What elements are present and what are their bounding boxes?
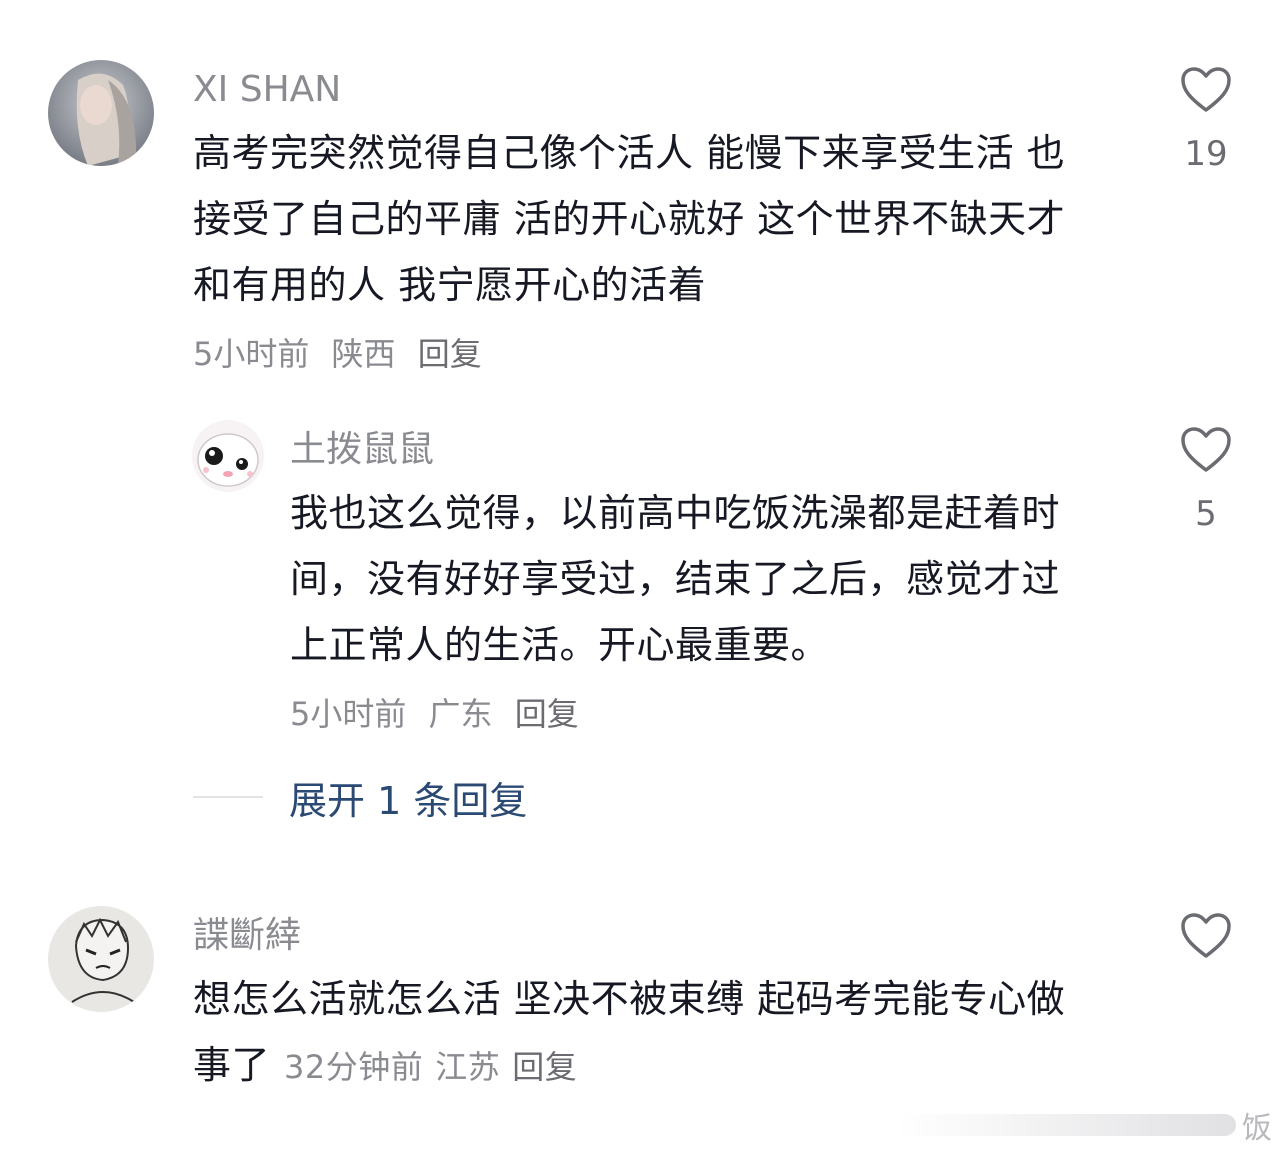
comment-meta: 5小时前 陕西 回复 xyxy=(193,334,494,374)
heart-outline-icon[interactable] xyxy=(1180,426,1232,474)
reply-location: 广东 xyxy=(428,695,493,733)
reply-time: 5小时前 xyxy=(290,695,407,733)
comment-username[interactable]: XI SHAN xyxy=(193,68,341,112)
reply-username[interactable]: 土拨鼠鼠 xyxy=(290,428,434,472)
heart-outline-icon[interactable] xyxy=(1180,66,1232,114)
reply-text: 我也这么觉得，以前高中吃饭洗澡都是赶着时间，没有好好享受过，结束了之后，感觉才过… xyxy=(290,491,1061,667)
comment-time: 32分钟前 xyxy=(284,1048,424,1086)
reply-button[interactable]: 回复 xyxy=(515,695,579,733)
reply-button[interactable]: 回复 xyxy=(512,1048,577,1086)
avatar[interactable] xyxy=(192,420,264,492)
reply-meta: 5小时前 广东 回复 xyxy=(290,694,591,734)
watermark: 饭 xyxy=(896,1103,1272,1147)
expand-replies-label[interactable]: 展开 1 条回复 xyxy=(289,770,527,825)
expand-replies[interactable]: 展开 1 条回复 xyxy=(193,770,527,825)
comment-text: 高考完突然觉得自己像个活人 能慢下来享受生活 也接受了自己的平庸 活的开心就好 … xyxy=(193,131,1066,307)
reply-button[interactable]: 回复 xyxy=(418,335,482,373)
watermark-bar xyxy=(896,1114,1236,1136)
heart-outline-icon[interactable] xyxy=(1180,912,1232,960)
comment-text-with-meta: 想怎么活就怎么活 坚决不被束缚 起码考完能专心做事了 32分钟前 江苏 回复 xyxy=(193,966,1093,1100)
comment-time: 5小时前 xyxy=(193,335,310,373)
comment-meta: 32分钟前 江苏 回复 xyxy=(284,1048,589,1086)
avatar[interactable] xyxy=(48,60,154,166)
like-count: 19 xyxy=(1184,134,1228,174)
comment-location: 陕西 xyxy=(331,335,396,373)
comment-username[interactable]: 諜斷緈 xyxy=(193,914,301,958)
comment-location: 江苏 xyxy=(435,1048,501,1086)
avatar[interactable] xyxy=(48,906,154,1012)
watermark-text: 饭 xyxy=(1242,1111,1272,1146)
divider xyxy=(193,796,263,798)
like-count: 5 xyxy=(1195,494,1217,534)
